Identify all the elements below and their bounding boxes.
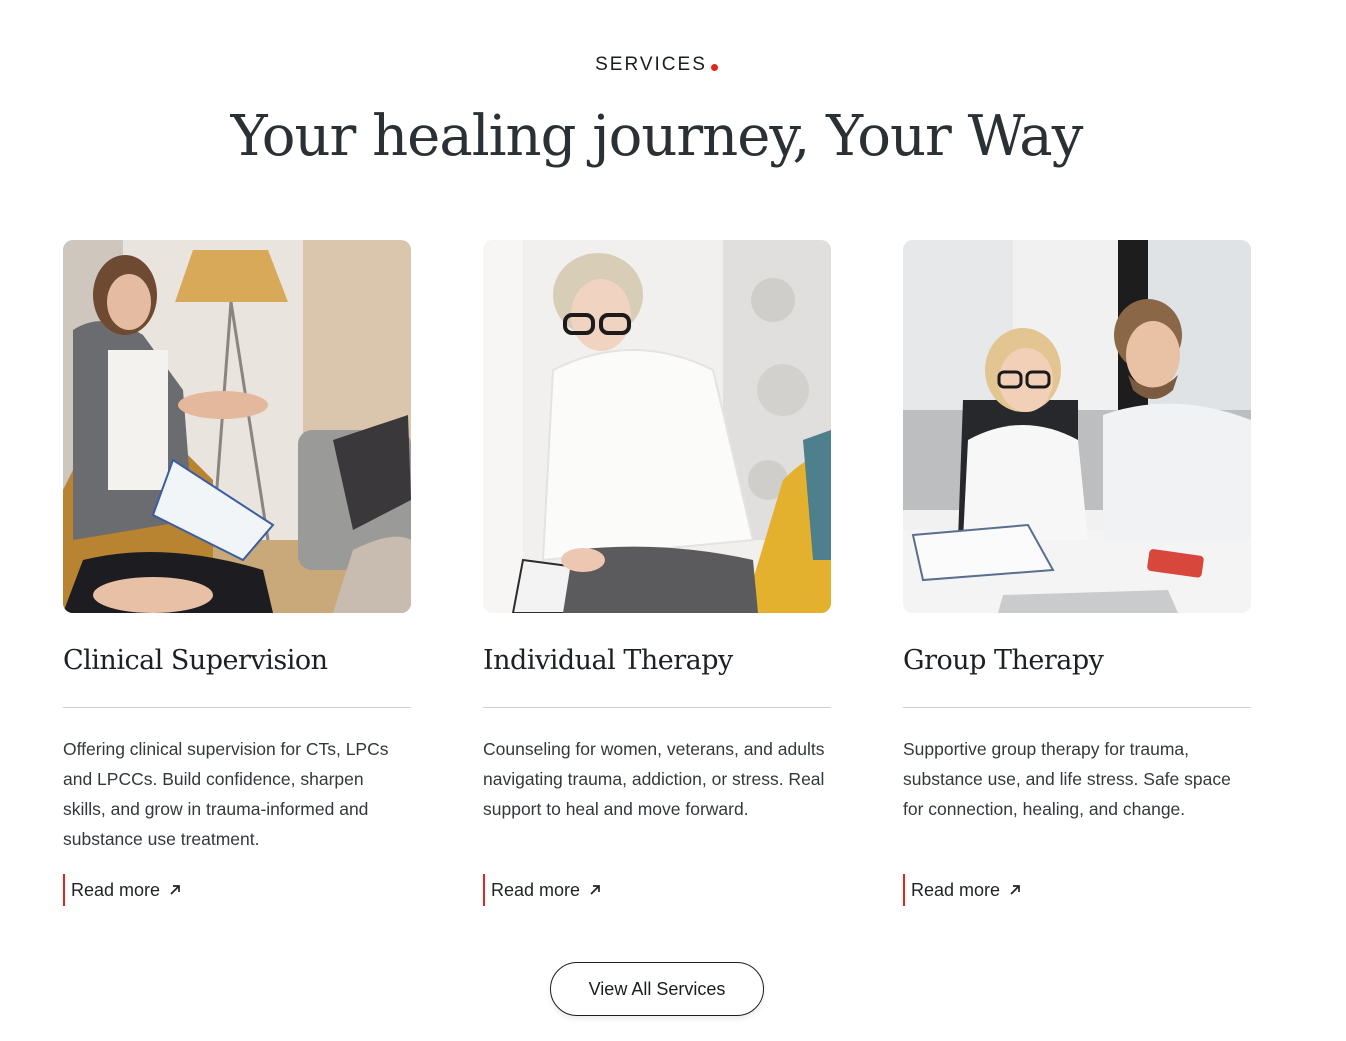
section-headline: Your healing journey, Your Way — [230, 104, 1084, 169]
services-eyebrow: SERVICES — [0, 54, 1313, 76]
read-more-label: Read more — [491, 879, 581, 900]
service-card-individual-therapy: Individual Therapy Counseling for women,… — [483, 240, 831, 906]
arrow-up-right-icon — [168, 883, 182, 897]
arrow-up-right-icon — [588, 883, 602, 897]
service-card-clinical-supervision: Clinical Supervision Offering clinical s… — [63, 240, 411, 906]
card-description: Offering clinical supervision for CTs, L… — [63, 739, 389, 849]
group-meeting-photo — [903, 240, 1251, 613]
eyebrow-text: SERVICES — [595, 54, 707, 75]
card-divider — [483, 707, 831, 708]
view-all-services-button[interactable]: View All Services — [550, 962, 764, 1016]
therapist-session-photo — [63, 240, 411, 613]
card-title: Individual Therapy — [483, 645, 733, 676]
card-description: Counseling for women, veterans, and adul… — [483, 739, 825, 819]
card-divider — [63, 707, 411, 708]
service-card-group-therapy: Group Therapy Supportive group therapy f… — [903, 240, 1251, 906]
read-more-label: Read more — [71, 879, 161, 900]
read-more-label: Read more — [911, 879, 1001, 900]
counselor-writing-photo — [483, 240, 831, 613]
read-more-link[interactable]: Read more — [483, 874, 602, 906]
card-title: Clinical Supervision — [63, 645, 328, 676]
accent-dot — [710, 64, 718, 71]
read-more-link[interactable]: Read more — [903, 874, 1022, 906]
card-description: Supportive group therapy for trauma, sub… — [903, 739, 1231, 819]
card-title: Group Therapy — [903, 645, 1104, 676]
read-more-link[interactable]: Read more — [63, 874, 182, 906]
arrow-up-right-icon — [1008, 883, 1022, 897]
card-divider — [903, 707, 1251, 708]
